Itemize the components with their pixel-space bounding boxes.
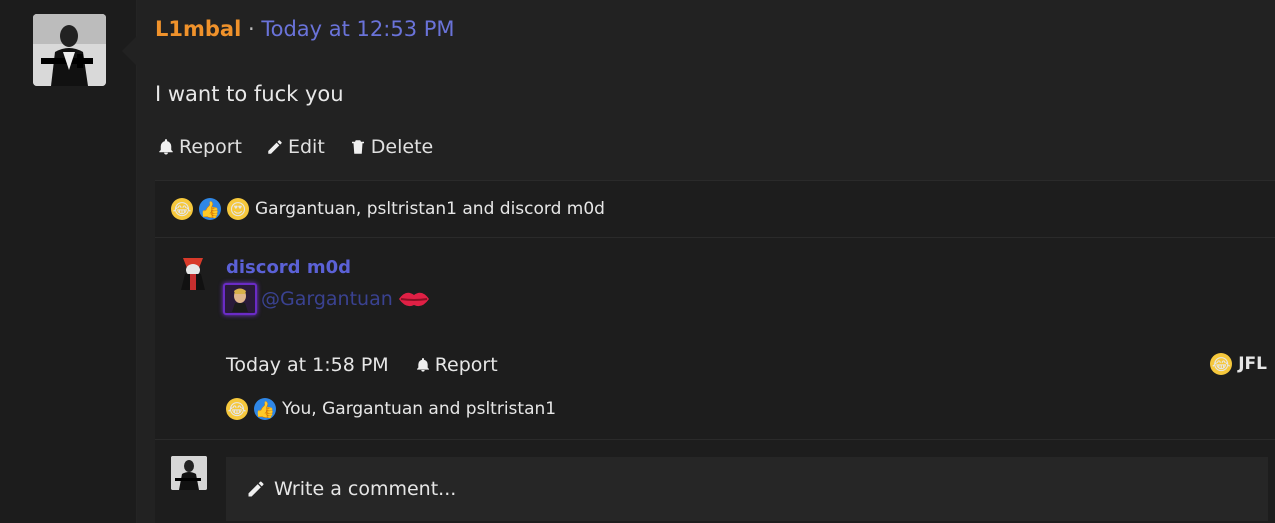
- reply-report-label: Report: [434, 354, 498, 376]
- edit-label: Edit: [287, 136, 325, 158]
- mention-link[interactable]: @Gargantuan: [261, 288, 393, 310]
- pencil-icon: [268, 140, 282, 154]
- author-avatar[interactable]: [33, 14, 106, 86]
- reply-meta: Today at 1:58 PM Report: [226, 354, 498, 376]
- reply-avatar[interactable]: [175, 254, 211, 290]
- edit-button[interactable]: Edit: [266, 136, 325, 158]
- laughing-tears-icon: 😂: [226, 398, 248, 420]
- delete-button[interactable]: Delete: [349, 136, 433, 158]
- bell-icon: [159, 139, 173, 155]
- report-button[interactable]: Report: [157, 136, 242, 158]
- mention-row: @Gargantuan: [223, 283, 431, 315]
- reaction-user-label: JFL: [1238, 354, 1267, 374]
- write-comment-input[interactable]: Write a comment...: [226, 457, 1268, 521]
- post-header: L1mbal · Today at 12:53 PM: [155, 17, 455, 41]
- reply-timestamp[interactable]: Today at 1:58 PM: [226, 354, 389, 376]
- reply-report-button[interactable]: Report: [415, 354, 498, 376]
- mention-avatar[interactable]: [223, 283, 257, 315]
- delete-label: Delete: [370, 136, 434, 158]
- trash-icon: [351, 140, 364, 154]
- thumbs-up-icon: 👍: [199, 198, 221, 220]
- report-label: Report: [179, 136, 242, 158]
- post-actions: Report Edit Delete: [157, 136, 433, 158]
- reply-reaction-jfl[interactable]: 😂 JFL: [1210, 353, 1267, 375]
- laughing-tears-icon: 😂: [1210, 353, 1233, 375]
- post-body: I want to fuck you: [155, 82, 344, 106]
- pencil-icon: [248, 481, 264, 497]
- reply-reactions-summary[interactable]: You, Gargantuan and psltristan1: [282, 399, 556, 419]
- current-user-avatar[interactable]: [171, 456, 207, 490]
- reply-reactions-summary-row[interactable]: 😂 👍 You, Gargantuan and psltristan1: [226, 398, 556, 420]
- reply-item: discord m0d @Gargantuan Today at 1:58 PM…: [155, 238, 1275, 439]
- post-username[interactable]: L1mbal: [155, 17, 241, 41]
- bell-icon: [416, 358, 429, 372]
- comment-placeholder: Write a comment...: [274, 478, 457, 500]
- header-separator: ·: [247, 17, 255, 41]
- post-reactions-summary[interactable]: Gargantuan, psltristan1 and discord m0d: [255, 199, 605, 219]
- heart-eyes-icon: 😍: [227, 198, 249, 220]
- reply-username[interactable]: discord m0d: [226, 257, 351, 278]
- left-column: [0, 0, 137, 523]
- post-pointer-arrow: [122, 36, 137, 66]
- post-timestamp[interactable]: Today at 12:53 PM: [261, 17, 454, 41]
- comment-area: Write a comment...: [155, 439, 1275, 523]
- laughing-tears-icon: 😂: [171, 198, 193, 220]
- post-reactions-bar[interactable]: 😂 👍 😍 Gargantuan, psltristan1 and discor…: [155, 180, 1275, 238]
- thumbs-up-icon: 👍: [254, 398, 276, 420]
- kiss-lips-icon: [398, 292, 429, 307]
